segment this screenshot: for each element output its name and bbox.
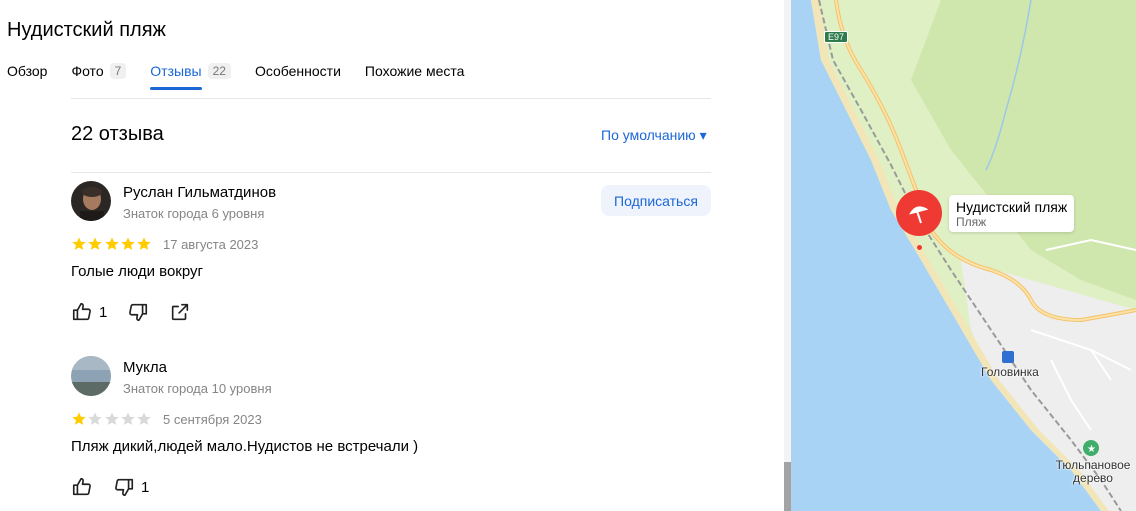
avatar[interactable]	[71, 356, 111, 396]
review-date: 5 сентября 2023	[163, 412, 262, 427]
map-view[interactable]: ★ E97 Нудистский пляж Пляж Головинка Тюл…	[791, 0, 1136, 511]
star-icon	[137, 237, 151, 250]
share-icon	[172, 303, 189, 321]
tab-bar: Обзор Фото 7 Отзывы 22 Особенности Похожие…	[7, 60, 488, 90]
tab-similar-places[interactable]: Похожие места	[365, 60, 464, 82]
thumbs-down-icon	[115, 478, 134, 497]
like-button[interactable]: 1	[71, 301, 107, 323]
divider	[71, 172, 711, 173]
review-actions: 1	[71, 301, 211, 323]
sort-dropdown[interactable]: По умолчанию ▾	[601, 127, 707, 144]
star-icon	[121, 412, 135, 425]
tab-count-badge: 22	[207, 63, 231, 79]
tab-label: Отзывы	[150, 63, 202, 79]
star-icon	[121, 237, 135, 250]
dislike-button[interactable]: 1	[113, 476, 149, 498]
map-place-name: Нудистский пляж	[956, 199, 1068, 215]
review-text: Голые люди вокруг	[71, 263, 203, 280]
star-icon	[88, 412, 102, 425]
scrollbar[interactable]	[784, 0, 791, 511]
tab-label: Похожие места	[364, 63, 465, 79]
tab-overview[interactable]: Обзор	[7, 60, 47, 82]
map-canvas: ★	[791, 0, 1136, 511]
review-date: 17 августа 2023	[163, 237, 259, 252]
map-place-type: Пляж	[956, 215, 987, 229]
divider	[71, 98, 711, 99]
share-button[interactable]	[169, 301, 191, 323]
star-icon	[137, 412, 151, 425]
reviews-count-heading: 22 отзыва	[71, 123, 164, 145]
review-text: Пляж дикий,людей мало.Нудистов не встреч…	[71, 438, 419, 455]
dislike-count: 1	[141, 478, 150, 496]
thumbs-up-icon	[72, 477, 91, 496]
review-actions: 1	[71, 476, 169, 498]
place-title: Нудистский пляж	[7, 19, 166, 41]
like-count: 1	[99, 303, 108, 321]
tab-label: Особенности	[254, 63, 341, 79]
place-map-pin[interactable]	[896, 190, 942, 236]
tab-reviews[interactable]: Отзывы 22	[150, 60, 231, 90]
place-panel: Нудистский пляж Обзор Фото 7 Отзывы 22 Осо…	[0, 0, 784, 511]
star-icon	[104, 412, 119, 425]
rating-stars	[71, 411, 152, 427]
road-number-badge: E97	[824, 31, 849, 43]
scrollbar-thumb[interactable]	[784, 462, 791, 511]
avatar[interactable]	[71, 181, 111, 221]
pin-point	[917, 245, 922, 250]
dislike-button[interactable]	[127, 301, 149, 323]
subscribe-button[interactable]: Подписаться	[601, 185, 711, 216]
rating-stars	[71, 236, 152, 252]
svg-text:★: ★	[1087, 444, 1096, 455]
place-map-label[interactable]: Нудистский пляж Пляж	[949, 195, 1075, 232]
tab-photos[interactable]: Фото 7	[71, 60, 127, 82]
tab-label: Фото	[71, 63, 104, 79]
beach-umbrella-icon	[909, 206, 929, 224]
thumbs-up-icon	[72, 302, 91, 321]
map-label-tulip-tree: Тюльпановое дерево	[1055, 458, 1131, 485]
star-icon	[72, 412, 86, 425]
review-author-level: Знаток города 10 уровня	[123, 381, 272, 396]
review-author[interactable]: Руслан Гильматдинов	[123, 184, 276, 201]
tab-label: Обзор	[7, 63, 48, 79]
review-author-level: Знаток города 6 уровня	[123, 206, 265, 221]
star-icon	[104, 237, 119, 250]
star-icon	[72, 237, 86, 250]
tab-count-badge: 7	[109, 63, 127, 79]
tab-features[interactable]: Особенности	[255, 60, 341, 82]
thumbs-down-icon	[129, 303, 148, 322]
review-author[interactable]: Мукла	[123, 359, 167, 376]
map-label-golovinka: Головинка	[981, 365, 1039, 379]
like-button[interactable]	[71, 476, 93, 498]
star-icon	[88, 237, 102, 250]
